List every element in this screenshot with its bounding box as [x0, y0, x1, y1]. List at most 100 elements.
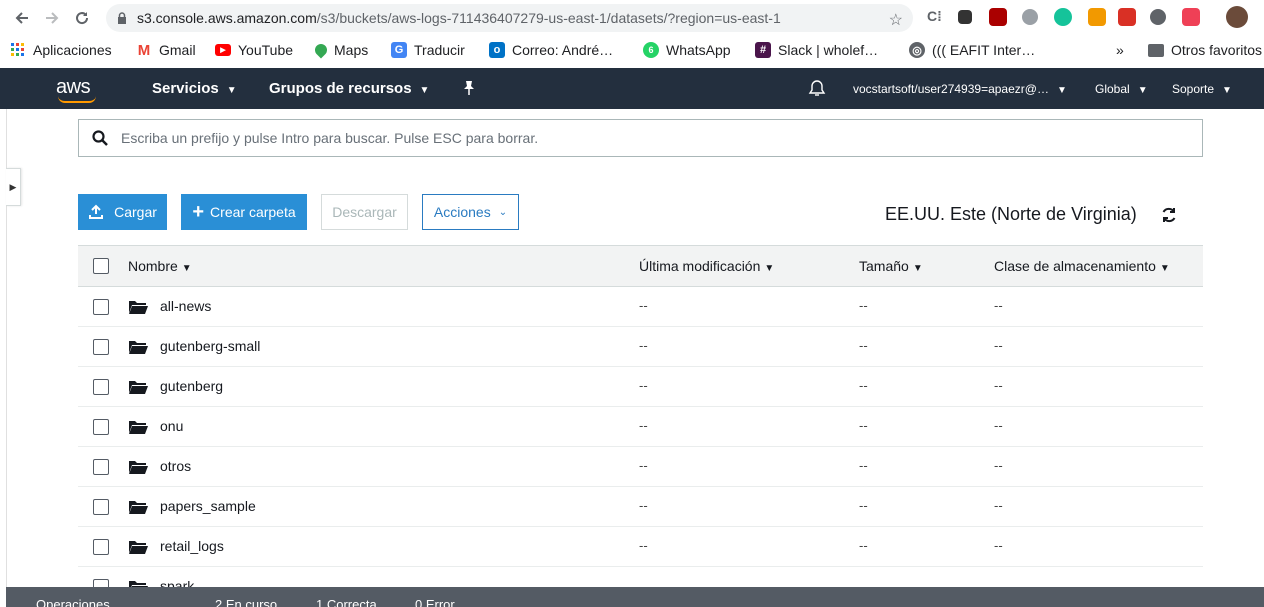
folder-name-link[interactable]: otros	[160, 458, 191, 474]
folder-name-link[interactable]: gutenberg-small	[160, 338, 260, 354]
extension-video-icon[interactable]	[1118, 8, 1136, 26]
bookmark-youtube[interactable]: ▶ YouTube	[215, 42, 293, 58]
bookmark-slack[interactable]: # Slack | wholef…	[755, 42, 878, 58]
chevron-down-icon: ▼	[419, 85, 430, 96]
operations-label[interactable]: Operaciones	[36, 597, 110, 607]
other-bookmarks-folder[interactable]: Otros favoritos	[1148, 42, 1262, 58]
table-row[interactable]: onu -- -- --	[78, 407, 1203, 447]
row-checkbox[interactable]	[93, 539, 109, 555]
bookmark-label: Aplicaciones	[33, 42, 112, 58]
sort-icon: ▼	[912, 263, 923, 274]
bell-icon[interactable]	[808, 79, 826, 101]
in-progress-count[interactable]: 2 En curso	[215, 597, 277, 607]
modified-cell: --	[639, 338, 648, 353]
download-button[interactable]: Descargar	[321, 194, 408, 230]
storage-class-cell: --	[994, 418, 1003, 433]
size-cell: --	[859, 418, 868, 433]
aws-header: aws Servicios ▼ Grupos de recursos ▼ vocst…	[0, 68, 1264, 109]
storage-class-cell: --	[994, 298, 1003, 313]
modified-cell: --	[639, 498, 648, 513]
upload-button[interactable]: Cargar	[78, 194, 167, 230]
extension-cast-icon[interactable]: C⁞	[927, 8, 945, 26]
chevron-right-icon: ▶	[9, 181, 17, 192]
column-modified-header[interactable]: Última modificación ▼	[639, 258, 774, 274]
bookmark-outlook[interactable]: o Correo: André…	[489, 42, 613, 58]
extension-pocket-icon[interactable]	[1182, 8, 1200, 26]
translate-icon: G	[391, 42, 407, 58]
extension-circle-icon[interactable]	[1022, 9, 1038, 25]
back-icon[interactable]	[9, 5, 35, 31]
sort-icon: ▼	[181, 263, 192, 274]
row-checkbox[interactable]	[93, 459, 109, 475]
extension-grammarly-icon[interactable]	[1054, 8, 1072, 26]
bookmark-whatsapp[interactable]: 6 WhatsApp	[643, 42, 731, 58]
upload-label: Cargar	[114, 204, 157, 220]
extension-cube-icon[interactable]	[958, 10, 972, 24]
side-panel-toggle[interactable]: ▶	[6, 168, 21, 206]
success-count[interactable]: 1 Correcta	[316, 597, 377, 607]
row-checkbox[interactable]	[93, 299, 109, 315]
bookmark-translate[interactable]: G Traducir	[391, 42, 465, 58]
search-input[interactable]: Escriba un prefijo y pulse Intro para bu…	[121, 130, 538, 146]
modified-cell: --	[639, 378, 648, 393]
actions-dropdown[interactable]: Acciones ⌄	[422, 194, 519, 230]
bookmark-gmail[interactable]: M Gmail	[136, 42, 196, 59]
error-count[interactable]: 0 Error	[415, 597, 455, 607]
table-row[interactable]: retail_logs -- -- --	[78, 527, 1203, 567]
region-menu-label: Global	[1095, 82, 1130, 96]
size-cell: --	[859, 338, 868, 353]
region-menu[interactable]: Global ▼	[1095, 82, 1148, 96]
table-row[interactable]: gutenberg -- -- --	[78, 367, 1203, 407]
select-all-checkbox[interactable]	[93, 258, 109, 274]
folder-name-link[interactable]: retail_logs	[160, 538, 224, 554]
bookmark-maps[interactable]: Maps	[312, 41, 368, 59]
pin-icon[interactable]	[462, 80, 476, 100]
bookmark-eafit[interactable]: ◎ ((( EAFIT Inter…	[909, 42, 1035, 58]
profile-avatar[interactable]	[1226, 6, 1248, 28]
forward-icon[interactable]	[39, 5, 65, 31]
column-size-header[interactable]: Tamaño ▼	[859, 258, 923, 274]
bookmark-label: WhatsApp	[666, 42, 731, 58]
extension-shield-icon[interactable]	[989, 8, 1007, 26]
bookmarks-bar: Aplicaciones M Gmail ▶ YouTube Maps G Tradu…	[0, 36, 1264, 68]
resource-groups-menu[interactable]: Grupos de recursos ▼	[269, 80, 429, 97]
extension-download-icon[interactable]	[1150, 9, 1166, 25]
prefix-search[interactable]: Escriba un prefijo y pulse Intro para bu…	[78, 119, 1203, 157]
account-menu[interactable]: vocstartsoft/user274939=apaezr@… ▼	[853, 82, 1067, 96]
table-row[interactable]: papers_sample -- -- --	[78, 487, 1203, 527]
column-label: Última modificación	[639, 258, 761, 274]
refresh-icon[interactable]	[1160, 206, 1178, 224]
row-checkbox[interactable]	[93, 419, 109, 435]
folder-name-link[interactable]: all-news	[160, 298, 211, 314]
storage-class-cell: --	[994, 458, 1003, 473]
bookmarks-overflow-button[interactable]: »	[1116, 42, 1124, 58]
upload-icon	[89, 204, 104, 219]
address-bar[interactable]: s3.console.aws.amazon.com/s3/buckets/aws…	[106, 4, 913, 32]
reload-icon[interactable]	[69, 5, 95, 31]
row-checkbox[interactable]	[93, 499, 109, 515]
table-row[interactable]: gutenberg-small -- -- --	[78, 327, 1203, 367]
table-row[interactable]: otros -- -- --	[78, 447, 1203, 487]
storage-class-cell: --	[994, 498, 1003, 513]
other-bookmarks-label: Otros favoritos	[1171, 42, 1263, 58]
services-menu[interactable]: Servicios ▼	[152, 80, 237, 97]
support-label: Soporte	[1172, 82, 1215, 96]
folder-name-link[interactable]: gutenberg	[160, 378, 223, 394]
chevron-down-icon: ▼	[1056, 85, 1067, 96]
url-host: s3.console.aws.amazon.com	[137, 10, 317, 26]
bookmark-apps[interactable]: Aplicaciones	[10, 42, 112, 58]
create-folder-button[interactable]: + Crear carpeta	[181, 194, 307, 230]
operations-status-bar[interactable]: Operaciones 2 En curso 1 Correcta 0 Erro…	[6, 587, 1264, 607]
table-row[interactable]: all-news -- -- --	[78, 287, 1203, 327]
extension-off-icon[interactable]	[1088, 8, 1106, 26]
folder-name-link[interactable]: onu	[160, 418, 183, 434]
folder-name-link[interactable]: papers_sample	[160, 498, 256, 514]
sort-icon: ▼	[1159, 263, 1170, 274]
modified-cell: --	[639, 538, 648, 553]
column-storage-class-header[interactable]: Clase de almacenamiento ▼	[994, 258, 1170, 274]
column-name-header[interactable]: Nombre ▼	[128, 258, 192, 274]
row-checkbox[interactable]	[93, 339, 109, 355]
bookmark-star-icon[interactable]: ☆	[889, 10, 903, 30]
support-menu[interactable]: Soporte ▼	[1172, 82, 1232, 96]
row-checkbox[interactable]	[93, 379, 109, 395]
